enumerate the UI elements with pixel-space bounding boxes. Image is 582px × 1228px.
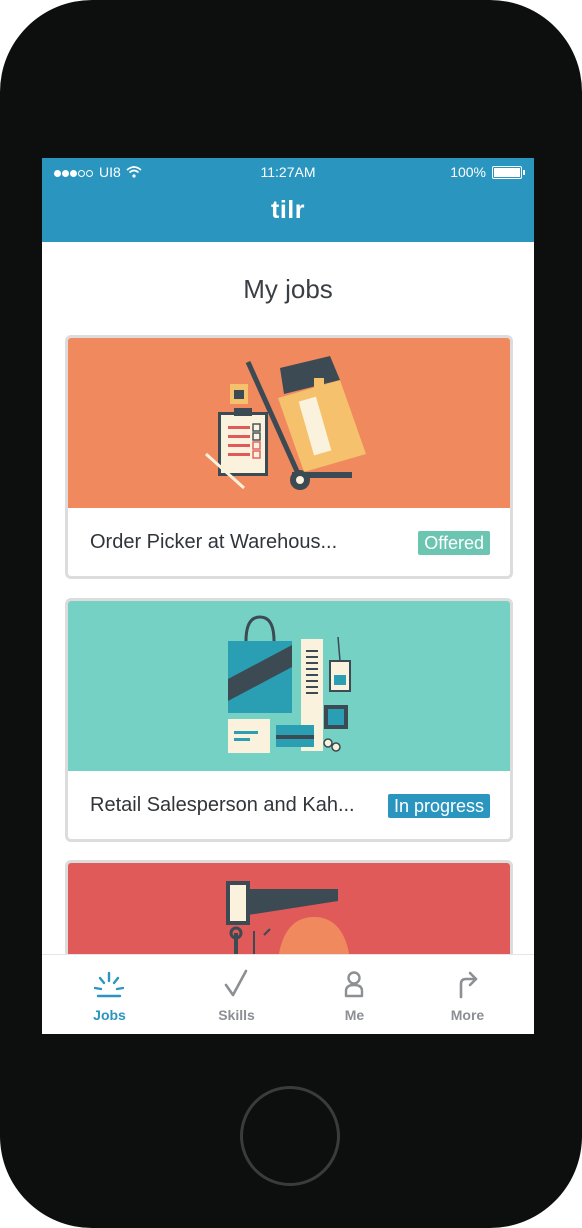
tab-bar: Jobs Skills Me More [42,954,534,1034]
retail-illustration [228,615,351,753]
tab-label: More [450,1007,485,1023]
warehouse-illustration [204,356,366,490]
job-hero-image [68,338,510,508]
phone-frame: UI8 11:27AM 100% tilr My jobs Order Pick… [0,0,582,1228]
app-header: UI8 11:27AM 100% tilr [42,158,534,242]
job-card[interactable]: Retail Salesperson and Kah... In progres… [65,598,513,842]
page-title: My jobs [243,274,333,304]
job-card[interactable]: Order Picker at Warehous... Offered [65,335,513,579]
checkmark-icon [224,969,248,997]
battery-percent: 100% [450,164,486,180]
app-screen: UI8 11:27AM 100% tilr My jobs Order Pick… [42,158,534,1034]
job-hero-image [68,601,510,771]
status-badge: Offered [418,531,490,555]
job-title: Retail Salesperson and Kah... [90,794,355,816]
job-card-footer: Retail Salesperson and Kah... In progres… [68,771,510,839]
sunrise-icon [94,971,124,998]
tab-label: Me [344,1007,365,1023]
app-logo: tilr [271,196,305,224]
person-icon [344,971,364,998]
tab-jobs[interactable]: Jobs [48,955,171,1034]
battery-icon [492,165,525,179]
tab-label: Jobs [93,1007,126,1023]
tab-skills[interactable]: Skills [175,955,298,1034]
job-title: Order Picker at Warehous... [90,531,338,553]
home-button[interactable] [240,1086,340,1186]
status-badge: In progress [387,794,490,818]
status-bar: UI8 11:27AM 100% [42,164,534,182]
tab-more[interactable]: More [406,955,529,1034]
share-arrow-icon [459,971,478,999]
job-card-footer: Order Picker at Warehous... Offered [68,508,510,576]
tab-me[interactable]: Me [293,955,416,1034]
tab-label: Skills [218,1007,255,1023]
